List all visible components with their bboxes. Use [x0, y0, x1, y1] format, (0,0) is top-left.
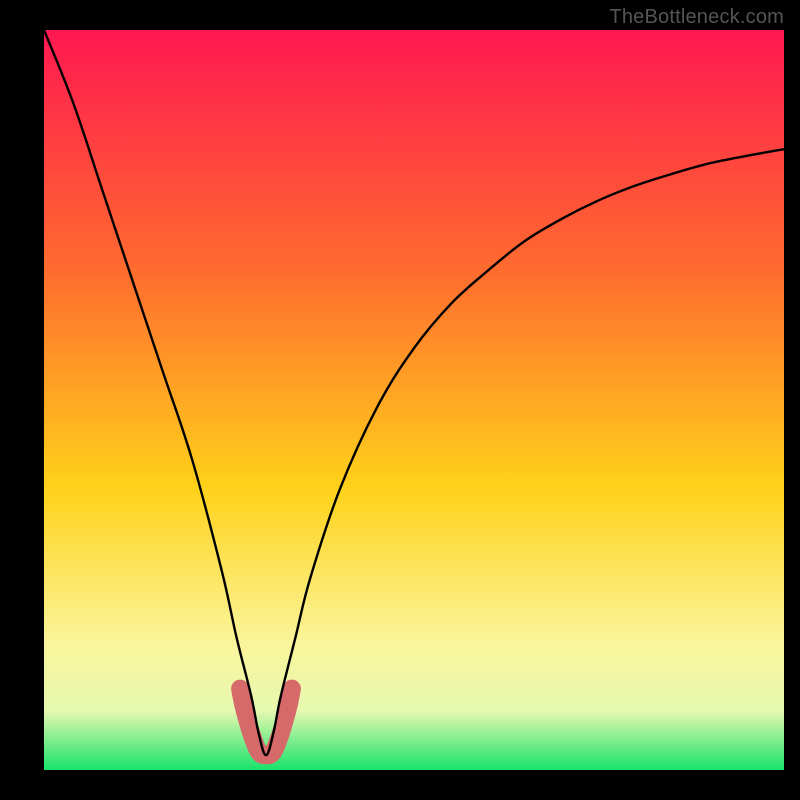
plot-area: [44, 30, 784, 770]
highlight-path: [240, 689, 292, 756]
watermark-text: TheBottleneck.com: [609, 6, 784, 29]
curve-layer: [44, 30, 784, 770]
chart-frame: TheBottleneck.com: [0, 0, 800, 800]
bottleneck-curve-path: [44, 30, 784, 755]
